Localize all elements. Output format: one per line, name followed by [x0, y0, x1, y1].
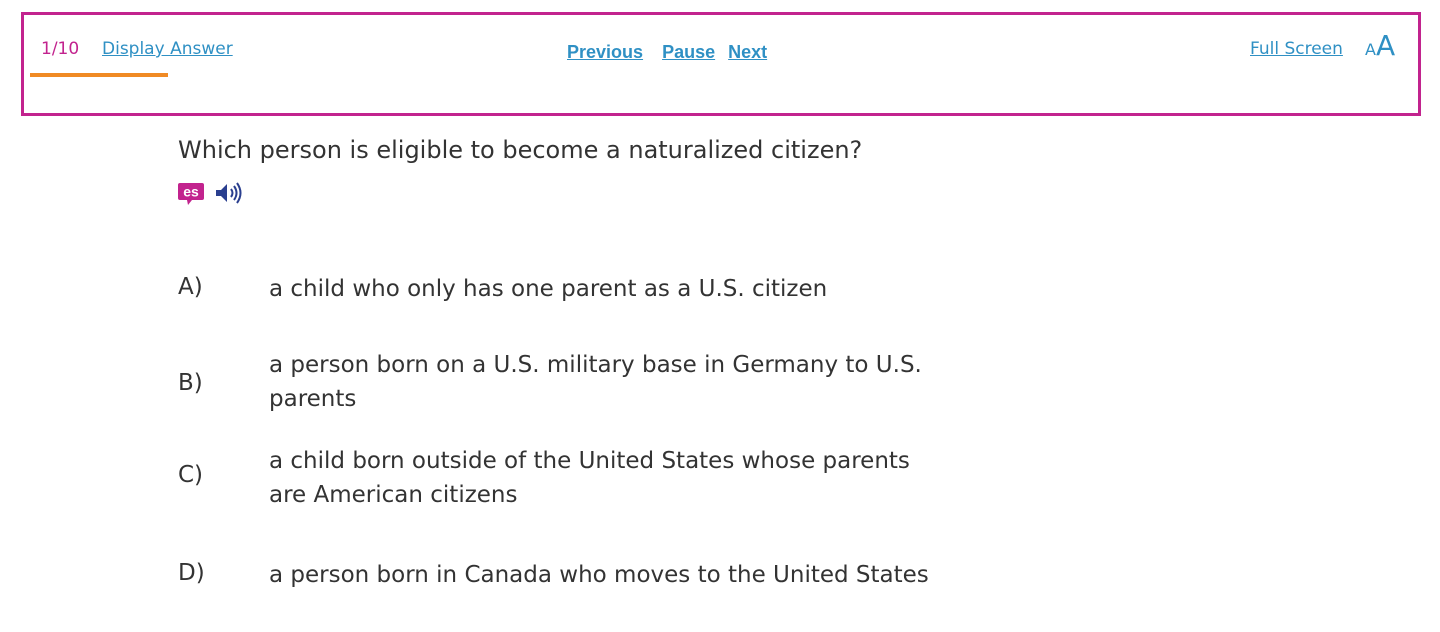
quiz-navigation: Previous Pause Next — [567, 42, 767, 63]
question-counter: 1/10 — [41, 39, 80, 59]
spanish-translation-icon[interactable]: es — [178, 183, 204, 205]
font-size-large-label[interactable]: A — [1376, 29, 1395, 62]
pause-link[interactable]: Pause — [662, 42, 715, 62]
previous-link[interactable]: Previous — [567, 42, 643, 62]
answer-text: a child born outside of the United State… — [269, 448, 910, 508]
font-size-small-label[interactable]: A — [1365, 40, 1376, 59]
answer-option-b[interactable]: B) a person born on a U.S. military base… — [178, 348, 958, 424]
answer-letter: A) — [178, 274, 203, 300]
speaker-icon[interactable] — [214, 181, 244, 205]
display-answer-link[interactable]: Display Answer — [102, 39, 233, 59]
answer-option-d[interactable]: D) a person born in Canada who moves to … — [178, 556, 958, 596]
answer-letter: B) — [178, 370, 203, 396]
quiz-page: 1/10 Display Answer Previous Pause Next … — [0, 0, 1440, 632]
answer-letter: C) — [178, 462, 204, 488]
font-size-toggle[interactable]: AA — [1365, 29, 1395, 62]
progress-indicator — [30, 73, 168, 77]
spanish-icon-text: es — [183, 184, 199, 200]
question-text: Which person is eligible to become a nat… — [178, 136, 863, 164]
answer-option-c[interactable]: C) a child born outside of the United St… — [178, 444, 958, 520]
next-link[interactable]: Next — [728, 42, 767, 62]
answer-text: a child who only has one parent as a U.S… — [269, 276, 828, 302]
answer-text: a person born in Canada who moves to the… — [269, 562, 929, 588]
answer-letter: D) — [178, 560, 205, 586]
full-screen-link[interactable]: Full Screen — [1250, 39, 1343, 59]
answer-text: a person born on a U.S. military base in… — [269, 352, 922, 412]
quiz-toolbar: 1/10 Display Answer Previous Pause Next … — [21, 12, 1421, 116]
question-tools: es — [178, 180, 244, 206]
answer-option-a[interactable]: A) a child who only has one parent as a … — [178, 270, 958, 310]
